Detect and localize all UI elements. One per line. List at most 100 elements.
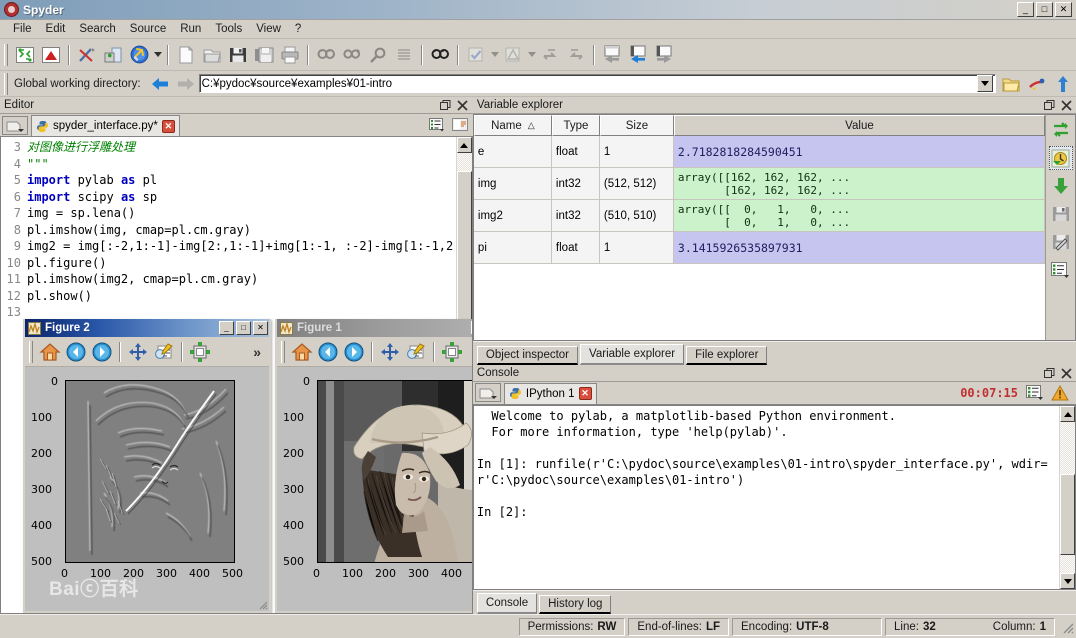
figure1-canvas[interactable]: 0 100 200 300 400 500 0 100 200 300 400 — [277, 367, 473, 611]
figure-window-2[interactable]: Figure 2 _ □ ✕ — [23, 319, 271, 613]
edit-preferences-icon[interactable] — [74, 42, 100, 68]
pan-icon[interactable] — [125, 339, 151, 365]
maximize-pane-icon[interactable] — [1042, 98, 1056, 112]
code-line[interactable]: 11pl.imshow(img2, cmap=pl.cm.gray) — [1, 271, 456, 288]
menu-file[interactable]: File — [6, 21, 39, 37]
forward-icon[interactable] — [89, 339, 115, 365]
menu-run[interactable]: Run — [173, 21, 208, 37]
arrow-right-icon[interactable] — [173, 71, 199, 97]
scroll-track[interactable] — [1060, 422, 1075, 573]
new-file-icon[interactable] — [173, 42, 199, 68]
analyze-icon[interactable] — [365, 42, 391, 68]
column-header-size[interactable]: Size — [600, 115, 674, 136]
wd-toolbar-grip[interactable] — [4, 73, 8, 95]
close-button[interactable]: ✕ — [1055, 2, 1072, 17]
menu-source[interactable]: Source — [123, 21, 173, 37]
figure-window-1[interactable]: Figure 1 _ □ ✕ — [275, 319, 473, 613]
options-icon[interactable] — [1049, 258, 1073, 282]
menu-edit[interactable]: Edit — [39, 21, 73, 37]
table-row[interactable]: efloat12.7182818284590451 — [474, 136, 1045, 168]
console-vertical-scrollbar[interactable] — [1059, 406, 1075, 589]
column-header-value[interactable]: Value — [674, 115, 1045, 136]
menu-search[interactable]: Search — [72, 21, 122, 37]
column-header-name[interactable]: Name △ — [474, 115, 552, 136]
find-icon[interactable] — [313, 42, 339, 68]
refresh-icon[interactable] — [1049, 118, 1073, 142]
figure2-close-button[interactable]: ✕ — [253, 321, 268, 335]
print-icon[interactable] — [277, 42, 303, 68]
warning-icon[interactable] — [1049, 383, 1071, 403]
console-output-area[interactable]: Welcome to pylab, a matplotlib-based Pyt… — [473, 405, 1076, 590]
import-data-icon[interactable] — [1049, 146, 1073, 170]
close-pane-icon[interactable] — [1059, 98, 1073, 112]
open-file-icon[interactable] — [199, 42, 225, 68]
code-line[interactable]: 8pl.imshow(img, cmap=pl.cm.gray) — [1, 222, 456, 239]
pane-forward-icon[interactable] — [651, 42, 677, 68]
pane-back-icon[interactable] — [625, 42, 651, 68]
figure2-maximize-button[interactable]: □ — [236, 321, 251, 335]
pane-restore-icon[interactable] — [599, 42, 625, 68]
tab-object-inspector[interactable]: Object inspector — [477, 346, 578, 365]
run-check-icon[interactable] — [463, 42, 489, 68]
tab-file-explorer[interactable]: File explorer — [686, 346, 767, 365]
close-icon[interactable]: ✕ — [579, 387, 592, 400]
set-parent-icon[interactable] — [1050, 71, 1076, 97]
run-warning-dropdown-arrow[interactable] — [526, 43, 537, 67]
table-row[interactable]: img2int32(510, 510)array([[ 0, 1, 0, ...… — [474, 200, 1045, 232]
find-next-icon[interactable] — [427, 42, 453, 68]
scroll-up-icon[interactable] — [457, 137, 472, 153]
pan-icon[interactable] — [377, 339, 403, 365]
code-line[interactable]: 12pl.show() — [1, 288, 456, 305]
home-icon[interactable] — [37, 339, 63, 365]
list-icon[interactable] — [391, 42, 417, 68]
code-line[interactable]: 10pl.figure() — [1, 255, 456, 272]
editor-split-icon[interactable] — [450, 116, 470, 134]
table-row[interactable]: imgint32(512, 512)array([[162, 162, 162,… — [474, 168, 1045, 200]
add-plugin-icon[interactable] — [100, 42, 126, 68]
code-line[interactable]: 6import scipy as sp — [1, 189, 456, 206]
options-icon[interactable] — [427, 116, 447, 134]
editor-browse-tabs-button[interactable] — [2, 116, 28, 135]
run-settings-icon[interactable] — [12, 42, 38, 68]
configure-subplots-icon[interactable] — [403, 339, 429, 365]
code-line[interactable]: 3对图像进行浮雕处理 — [1, 139, 456, 156]
close-pane-icon[interactable] — [1059, 366, 1073, 380]
figure1-toolbar-grip[interactable] — [281, 341, 285, 363]
configure-subplots-icon[interactable] — [151, 339, 177, 365]
chevron-down-icon[interactable] — [977, 75, 993, 92]
close-pane-icon[interactable] — [456, 98, 470, 112]
code-line[interactable]: 5import pylab as pl — [1, 172, 456, 189]
preferences-gear-icon[interactable] — [126, 42, 152, 68]
console-browse-tabs-button[interactable] — [475, 383, 501, 402]
menu-tools[interactable]: Tools — [208, 21, 249, 37]
figure2-more-button[interactable]: » — [253, 344, 269, 360]
figure2-titlebar[interactable]: Figure 2 _ □ ✕ — [25, 319, 269, 337]
variable-table[interactable]: Name △ Type Size Value efloat12.71828182… — [474, 115, 1045, 340]
insert-icon[interactable] — [1049, 174, 1073, 198]
back-icon[interactable] — [315, 339, 341, 365]
scroll-down-icon[interactable] — [1060, 573, 1075, 589]
back-icon[interactable] — [63, 339, 89, 365]
save-figure-icon[interactable] — [187, 339, 213, 365]
figure1-minimize-button[interactable]: _ — [471, 321, 473, 335]
code-line[interactable]: 9img2 = img[:-2,1:-1]-img[2:,1:-1]+img[1… — [1, 238, 456, 255]
find-replace-icon[interactable] — [339, 42, 365, 68]
toolbar-grip[interactable] — [4, 44, 8, 66]
tab-console[interactable]: Console — [477, 593, 537, 614]
figure1-titlebar[interactable]: Figure 1 _ □ ✕ — [277, 319, 473, 337]
menu-view[interactable]: View — [249, 21, 288, 37]
scroll-up-icon[interactable] — [1060, 406, 1075, 422]
scroll-thumb[interactable] — [1060, 474, 1075, 555]
previous-cursor-icon[interactable] — [537, 42, 563, 68]
browse-icon[interactable] — [1024, 71, 1050, 97]
editor-text-area[interactable]: 3对图像进行浮雕处理4"""5import pylab as pl6import… — [0, 137, 473, 614]
profiler-icon[interactable] — [38, 42, 64, 68]
working-directory-combobox[interactable]: C:¥pydoc¥source¥examples¥01-intro — [199, 74, 996, 93]
save-as-icon[interactable] — [1049, 230, 1073, 254]
minimize-button[interactable]: _ — [1017, 2, 1034, 17]
figure2-resize-grip[interactable] — [256, 598, 268, 610]
figure2-toolbar-grip[interactable] — [29, 341, 33, 363]
code-line[interactable]: 7img = sp.lena() — [1, 205, 456, 222]
figure2-minimize-button[interactable]: _ — [219, 321, 234, 335]
maximize-button[interactable]: □ — [1036, 2, 1053, 17]
